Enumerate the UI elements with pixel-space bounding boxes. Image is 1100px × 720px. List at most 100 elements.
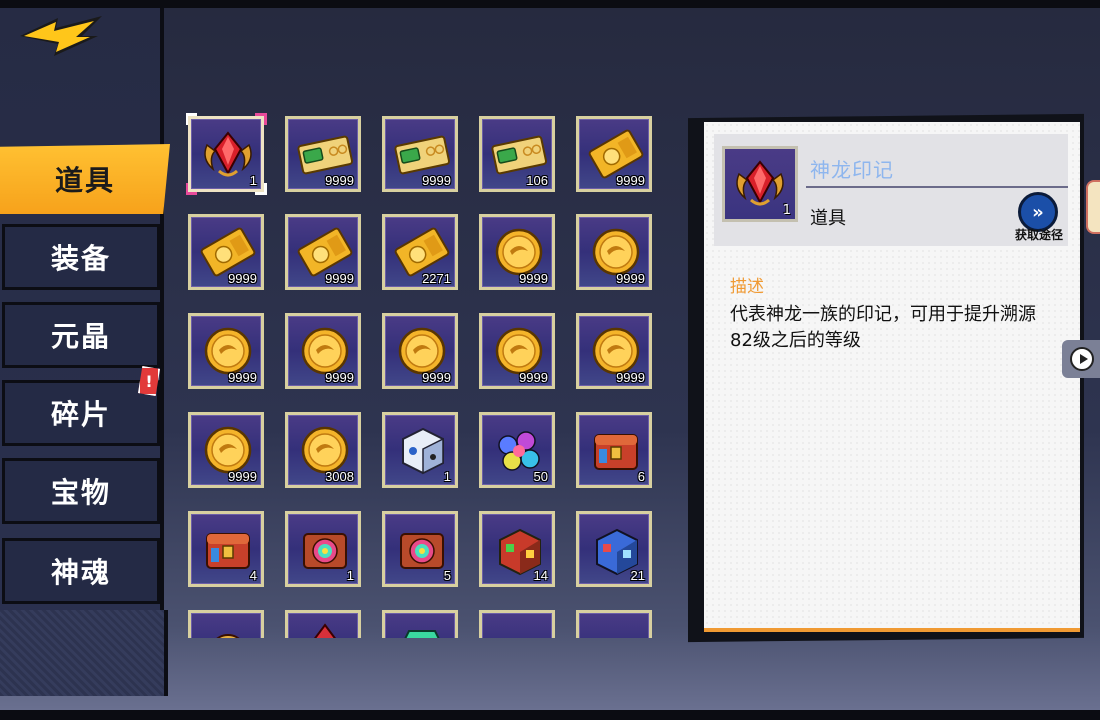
detail-header: 1 神龙印记 道具 » 获取途径 [714, 134, 1068, 246]
inventory-slot[interactable]: 9999 [576, 214, 652, 290]
inventory-slot[interactable]: 9999 [285, 116, 361, 192]
acquire-path-label: 获取途径 [1014, 228, 1063, 242]
red-chest-icon [594, 434, 638, 470]
detail-item-name: 神龙印记 [810, 158, 894, 182]
inventory-slot[interactable]: 21 [576, 511, 652, 587]
description-text: 代表神龙一族的印记，可用于提升溯源82级之后的等级 [730, 304, 1036, 351]
item-count: 5 [443, 568, 451, 583]
inventory-slot[interactable]: 9999 [576, 313, 652, 389]
tab-label: 道具 [54, 164, 115, 197]
inventory-slot[interactable] [285, 610, 361, 638]
item-count: 1 [346, 568, 354, 583]
inventory-slot[interactable]: 1 [186, 113, 267, 195]
selection-corner [186, 113, 197, 125]
play-arrow-icon [1070, 347, 1094, 371]
detail-item-count: 1 [782, 203, 791, 218]
item-count: 14 [533, 568, 548, 583]
red-chest-icon [206, 533, 250, 569]
next-page-button[interactable] [1062, 340, 1100, 378]
tab-label: 元晶 [50, 320, 111, 353]
inventory-slot[interactable]: 3008 [285, 412, 361, 488]
item-count: 50 [533, 469, 548, 484]
item-count: 9999 [519, 271, 548, 286]
inventory-slot[interactable] [382, 610, 458, 638]
item-count: 9999 [616, 173, 645, 188]
inventory-slot[interactable]: 5 [382, 511, 458, 587]
item-count: 9999 [228, 271, 257, 286]
back-arrow-icon [20, 16, 102, 56]
item-count: 4 [249, 568, 257, 583]
tab-label: 碎片 [50, 398, 111, 431]
inventory-slot[interactable] [188, 610, 264, 638]
detail-divider [806, 186, 1068, 188]
item-count: 9999 [228, 469, 257, 484]
item-count: 6 [637, 469, 645, 484]
tab-0[interactable]: 道具 [0, 144, 170, 214]
item-count: 9999 [422, 173, 451, 188]
selection-corner [186, 183, 197, 195]
inventory-slot[interactable]: 14 [479, 511, 555, 587]
item-count: 9999 [325, 370, 354, 385]
green-gem-icon [404, 630, 440, 638]
acquire-path-button[interactable]: » 获取途径 [1012, 192, 1066, 246]
selection-corner [255, 183, 267, 195]
tab-1[interactable]: 装备 [2, 224, 160, 290]
tab-2[interactable]: 元晶 [2, 302, 160, 368]
detail-item-icon: 1 [722, 146, 798, 222]
inventory-slot[interactable]: 1 [382, 412, 458, 488]
item-count: 3008 [325, 469, 354, 484]
tab-label: 宝物 [50, 476, 111, 509]
side-notification-tab[interactable] [1086, 180, 1100, 234]
red-crystal-icon [314, 623, 336, 638]
tab-5[interactable]: 神魂 [2, 538, 160, 604]
inventory-slot[interactable]: 106 [479, 116, 555, 192]
inventory-slot[interactable]: 9999 [382, 116, 458, 192]
inventory-slot[interactable]: 9999 [188, 313, 264, 389]
detail-item-type: 道具 [810, 208, 846, 229]
tab-4[interactable]: 宝物 [2, 458, 160, 524]
inventory-slot[interactable]: 9999 [285, 313, 361, 389]
red-orb-icon [216, 634, 240, 638]
dice-box-icon [402, 427, 444, 475]
detail-panel: 1 神龙印记 道具 » 获取途径 描述 代表神龙一族的印记，可用于提升溯源82级… [704, 122, 1080, 632]
dragon-seal-icon [736, 160, 784, 206]
bottom-frame [0, 710, 1100, 720]
inventory-slot[interactable]: 9999 [576, 116, 652, 192]
tab-label: 装备 [50, 242, 111, 275]
dragon-seal-icon [204, 131, 252, 177]
inventory-slot[interactable]: 9999 [188, 412, 264, 488]
item-count: 1 [443, 469, 451, 484]
inventory-slot[interactable]: 2271 [382, 214, 458, 290]
item-count: 9999 [422, 370, 451, 385]
inventory-slot[interactable]: 9999 [285, 214, 361, 290]
item-count: 21 [630, 568, 645, 583]
rainbow-chest-icon [400, 533, 444, 569]
item-count: 9999 [228, 370, 257, 385]
blue-creature-icon [490, 619, 548, 638]
item-count: 9999 [325, 271, 354, 286]
item-count: 9999 [616, 370, 645, 385]
inventory-slot[interactable] [576, 610, 652, 638]
inventory-slot[interactable]: 4 [188, 511, 264, 587]
inventory-slot[interactable]: 9999 [382, 313, 458, 389]
item-count: 106 [526, 173, 548, 188]
item-count: 9999 [325, 173, 354, 188]
inventory-slot[interactable]: 6 [576, 412, 652, 488]
top-frame [0, 0, 1100, 8]
inventory-slot[interactable] [479, 610, 555, 638]
inventory-slot[interactable]: 1 [285, 511, 361, 587]
inventory-slot[interactable]: 9999 [479, 214, 555, 290]
item-count: 9999 [519, 370, 548, 385]
item-count: 2271 [422, 271, 451, 286]
item-count: 9999 [616, 271, 645, 286]
tab-label: 神魂 [50, 556, 111, 589]
selection-corner [255, 113, 267, 125]
rainbow-chest-icon [303, 533, 347, 569]
inventory-slot[interactable]: 9999 [188, 214, 264, 290]
sidebar-footer [0, 610, 168, 696]
inventory-slot[interactable]: 50 [479, 412, 555, 488]
back-button[interactable] [18, 14, 108, 58]
inventory-slot[interactable]: 9999 [479, 313, 555, 389]
description-title: 描述 [730, 277, 764, 297]
tab-3[interactable]: 碎片 [2, 380, 160, 446]
